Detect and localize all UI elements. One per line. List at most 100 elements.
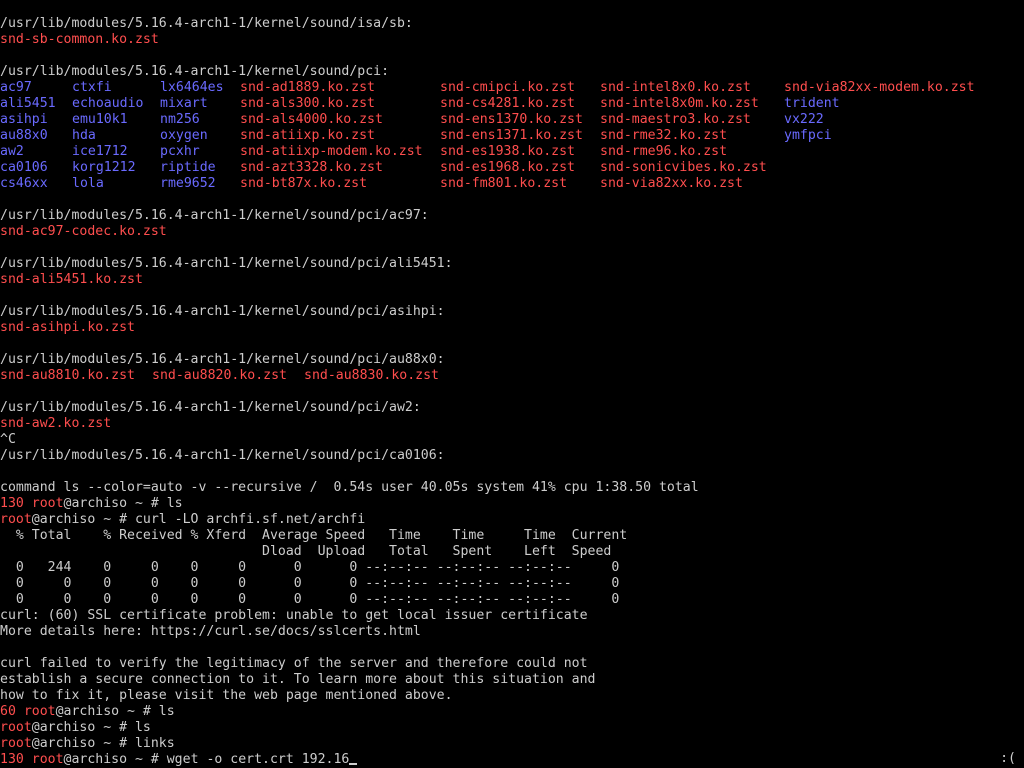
terminal-line: ^C bbox=[0, 432, 1024, 448]
terminal-text-segment: snd-asihpi.ko.zst bbox=[0, 320, 135, 335]
terminal-text-segment: au88x0 bbox=[0, 128, 48, 143]
terminal-text-segment: snd-atiixp-modem.ko.zst bbox=[240, 144, 423, 159]
terminal-text-segment: snd-atiixp.ko.zst bbox=[240, 128, 375, 143]
terminal-line: root@archiso ~ # curl -LO archfi.sf.net/… bbox=[0, 512, 1024, 528]
terminal-text-segment: snd-sb-common.ko.zst bbox=[0, 32, 159, 47]
terminal-text-segment: 0 0 0 0 0 0 0 0 --:--:-- --:--:-- --:--:… bbox=[0, 576, 620, 591]
terminal-text-segment: snd-ac97-codec.ko.zst bbox=[0, 224, 167, 239]
terminal-text-segment: /usr/lib/modules/5.16.4-arch1-1/kernel/s… bbox=[0, 208, 429, 223]
terminal-text-segment: @archiso ~ # wget -o cert.crt 192.16 bbox=[63, 752, 350, 767]
terminal-text-segment: ali5451 bbox=[0, 96, 56, 111]
terminal-line: % Total % Received % Xferd Average Speed… bbox=[0, 528, 1024, 544]
terminal-line: curl failed to verify the legitimacy of … bbox=[0, 656, 1024, 672]
terminal-text-segment: @archiso ~ # ls bbox=[55, 704, 175, 719]
terminal-text-segment: how to fix it, please visit the web page… bbox=[0, 688, 453, 703]
terminal-text-segment: % Total % Received % Xferd Average Speed… bbox=[0, 528, 628, 543]
terminal-text-segment: nm256 bbox=[160, 112, 200, 127]
terminal-text-segment: 0 0 0 0 0 0 0 0 --:--:-- --:--:-- --:--:… bbox=[0, 592, 620, 607]
terminal-text-segment: snd-rme96.ko.zst bbox=[600, 144, 728, 159]
terminal-line: /usr/lib/modules/5.16.4-arch1-1/kernel/s… bbox=[0, 304, 1024, 320]
terminal-text-segment: command ls --color=auto -v --recursive /… bbox=[0, 480, 699, 495]
terminal-text-segment: mixart bbox=[160, 96, 208, 111]
terminal-text-segment: /usr/lib/modules/5.16.4-arch1-1/kernel/s… bbox=[0, 304, 445, 319]
terminal-text-segment: snd-via82xx.ko.zst bbox=[600, 176, 743, 191]
terminal-text-segment: aw2 bbox=[0, 144, 24, 159]
terminal-line: snd-aw2.ko.zst bbox=[0, 416, 1024, 432]
terminal-text-segment: snd-als300.ko.zst bbox=[240, 96, 375, 111]
terminal-line: 130 root@archiso ~ # wget -o cert.crt 19… bbox=[0, 752, 1024, 768]
terminal-text-segment: root bbox=[0, 512, 32, 527]
terminal-text-segment: snd-ens1371.ko.zst bbox=[440, 128, 583, 143]
status-indicator: :( bbox=[1000, 751, 1016, 766]
terminal-line: /usr/lib/modules/5.16.4-arch1-1/kernel/s… bbox=[0, 352, 1024, 368]
terminal-line: Dload Upload Total Spent Left Speed bbox=[0, 544, 1024, 560]
terminal-text-segment: ac97 bbox=[0, 80, 32, 95]
terminal-screen[interactable]: /usr/lib/modules/5.16.4-arch1-1/kernel/s… bbox=[0, 0, 1024, 768]
terminal-text-segment: /usr/lib/modules/5.16.4-arch1-1/kernel/s… bbox=[0, 352, 445, 367]
terminal-line: snd-ac97-codec.ko.zst bbox=[0, 224, 1024, 240]
terminal-line: ali5451 echoaudio mixart snd-als300.ko.zst s… bbox=[0, 96, 1024, 112]
terminal-text-segment: snd-ens1370.ko.zst bbox=[440, 112, 583, 127]
terminal-line: 0 0 0 0 0 0 0 0 --:--:-- --:--:-- --:--:… bbox=[0, 576, 1024, 592]
terminal-text-segment: @archiso ~ # links bbox=[31, 736, 175, 751]
terminal-line: ca0106 korg1212 riptide snd-azt3328.ko.zst s… bbox=[0, 160, 1024, 176]
terminal-text-segment: riptide bbox=[160, 160, 216, 175]
terminal-text-segment: curl failed to verify the legitimacy of … bbox=[0, 656, 588, 671]
terminal-text-segment: 130 bbox=[0, 752, 32, 767]
terminal-text-segment: lx6464es bbox=[160, 80, 224, 95]
terminal-line: 60 root@archiso ~ # ls bbox=[0, 704, 1024, 720]
terminal-text-segment: @archiso ~ # curl -LO archfi.sf.net/arch… bbox=[31, 512, 366, 527]
terminal-text-segment: /usr/lib/modules/5.16.4-arch1-1/kernel/s… bbox=[0, 64, 390, 79]
terminal-text-segment: vx222 bbox=[784, 112, 824, 127]
terminal-text-segment: snd-es1938.ko.zst bbox=[440, 144, 575, 159]
terminal-text-segment: ca0106 bbox=[0, 160, 48, 175]
terminal-line: command ls --color=auto -v --recursive /… bbox=[0, 480, 1024, 496]
terminal-text-segment: 130 bbox=[0, 496, 32, 511]
terminal-line: snd-asihpi.ko.zst bbox=[0, 320, 1024, 336]
terminal-text-segment: root bbox=[23, 704, 56, 719]
terminal-line: how to fix it, please visit the web page… bbox=[0, 688, 1024, 704]
terminal-text-segment: snd-bt87x.ko.zst bbox=[240, 176, 368, 191]
terminal-text-segment: ymfpci bbox=[784, 128, 832, 143]
terminal-line: snd-sb-common.ko.zst bbox=[0, 32, 1024, 48]
terminal-text-segment: /usr/lib/modules/5.16.4-arch1-1/kernel/s… bbox=[0, 448, 445, 463]
terminal-text-segment: snd-fm801.ko.zst bbox=[440, 176, 568, 191]
terminal-text-segment: /usr/lib/modules/5.16.4-arch1-1/kernel/s… bbox=[0, 400, 421, 415]
terminal-text-segment: snd-au8830.ko.zst bbox=[304, 368, 439, 383]
terminal-text-segment: cs46xx bbox=[0, 176, 48, 191]
terminal-text-segment: ice1712 bbox=[72, 144, 128, 159]
terminal-text-segment: snd-au8820.ko.zst bbox=[152, 368, 287, 383]
terminal-text-segment: snd-via82xx-modem.ko.zst bbox=[784, 80, 975, 95]
terminal-text-segment: pcxhr bbox=[160, 144, 200, 159]
terminal-text-segment: 0 244 0 0 0 0 0 0 --:--:-- --:--:-- --:-… bbox=[0, 560, 620, 575]
terminal-text-segment: curl: (60) SSL certificate problem: unab… bbox=[0, 608, 588, 623]
terminal-line: 0 244 0 0 0 0 0 0 --:--:-- --:--:-- --:-… bbox=[0, 560, 1024, 576]
terminal-text-segment: snd-sonicvibes.ko.zst bbox=[600, 160, 767, 175]
terminal-line: ac97 ctxfi lx6464es snd-ad1889.ko.zst snd-cm… bbox=[0, 80, 1024, 96]
terminal-text-segment: snd-cmipci.ko.zst bbox=[440, 80, 575, 95]
terminal-text-segment: ctxfi bbox=[72, 80, 112, 95]
terminal-text-segment: snd-es1968.ko.zst bbox=[440, 160, 575, 175]
terminal-line: root@archiso ~ # ls bbox=[0, 720, 1024, 736]
terminal-line: /usr/lib/modules/5.16.4-arch1-1/kernel/s… bbox=[0, 64, 1024, 80]
terminal-line: 130 root@archiso ~ # ls bbox=[0, 496, 1024, 512]
terminal-text-segment: snd-azt3328.ko.zst bbox=[240, 160, 383, 175]
terminal-text-segment: 60 bbox=[0, 704, 24, 719]
terminal-text-segment: snd-au8810.ko.zst bbox=[0, 368, 135, 383]
terminal-line: snd-ali5451.ko.zst bbox=[0, 272, 1024, 288]
terminal-line: 0 0 0 0 0 0 0 0 --:--:-- --:--:-- --:--:… bbox=[0, 592, 1024, 608]
terminal-text-segment: snd-intel8x0.ko.zst bbox=[600, 80, 751, 95]
terminal-line: asihpi emu10k1 nm256 snd-als4000.ko.zst snd-… bbox=[0, 112, 1024, 128]
terminal-text-segment: hda bbox=[72, 128, 96, 143]
terminal-text-segment: @archiso ~ # ls bbox=[63, 496, 183, 511]
terminal-line: establish a secure connection to it. To … bbox=[0, 672, 1024, 688]
terminal-text-segment: snd-ali5451.ko.zst bbox=[0, 272, 143, 287]
terminal-line: aw2 ice1712 pcxhr snd-atiixp-modem.ko.zst sn… bbox=[0, 144, 1024, 160]
text-cursor bbox=[349, 763, 358, 765]
